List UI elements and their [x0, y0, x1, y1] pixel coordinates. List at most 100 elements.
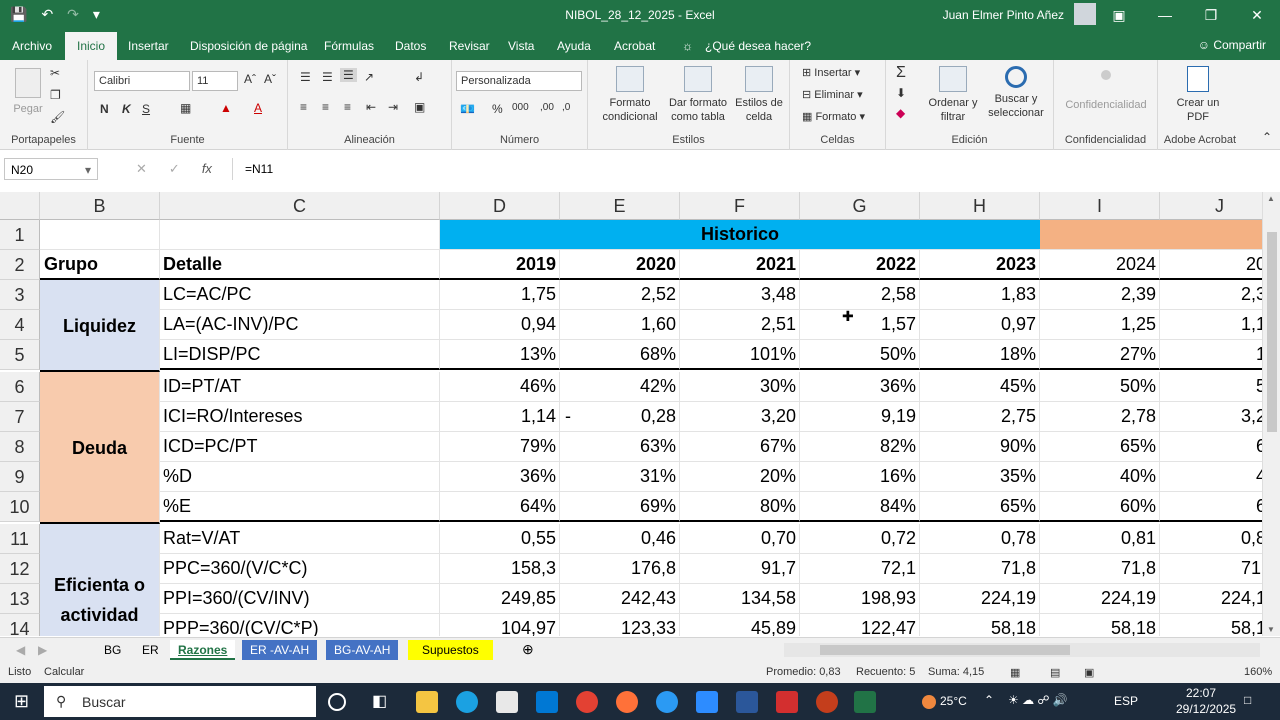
comma-style-icon[interactable]: 000: [512, 102, 529, 113]
align-left-icon[interactable]: ≡: [300, 100, 307, 114]
tray-icons[interactable]: ☀ ☁ ☍ 🔊: [1008, 693, 1068, 707]
value-cell[interactable]: 27%: [1040, 340, 1160, 370]
value-cell[interactable]: 2,58: [800, 280, 920, 310]
historico-header[interactable]: Historico: [440, 220, 1040, 250]
value-cell[interactable]: 36%: [440, 462, 560, 492]
orientation-icon[interactable]: ↗: [364, 70, 374, 84]
decrease-indent-icon[interactable]: ⇤: [366, 100, 376, 114]
paste-button[interactable]: Pegar: [8, 68, 48, 116]
value-cell[interactable]: 63%: [560, 432, 680, 462]
find-select-button[interactable]: Buscar y seleccionar: [982, 66, 1050, 120]
value-cell[interactable]: 71,8: [1160, 554, 1262, 584]
create-pdf-button[interactable]: Crear un PDF: [1166, 66, 1230, 124]
weather-icon[interactable]: [922, 695, 936, 709]
add-sheet-icon[interactable]: ⊕: [514, 638, 542, 658]
align-top-icon[interactable]: ☰: [300, 70, 311, 84]
value-cell[interactable]: 40: [1160, 462, 1262, 492]
value-cell[interactable]: 0,97: [920, 310, 1040, 340]
page-layout-icon[interactable]: ▤: [1050, 666, 1060, 679]
detalle-cell[interactable]: %D: [160, 462, 440, 492]
tell-me-box[interactable]: ¿Qué desea hacer?: [705, 39, 811, 53]
language-indicator[interactable]: ESP: [1114, 694, 1138, 708]
italic-button[interactable]: K: [122, 102, 131, 116]
formula-input[interactable]: =N11: [232, 158, 1276, 180]
row-header[interactable]: 6: [0, 372, 40, 402]
align-center-icon[interactable]: ≡: [322, 100, 329, 114]
task-view-icon[interactable]: ◧: [372, 691, 394, 713]
value-cell[interactable]: 2,78: [1040, 402, 1160, 432]
select-all-corner[interactable]: [0, 192, 40, 220]
value-cell[interactable]: 64%: [440, 492, 560, 522]
sheet-tab-bg[interactable]: BG: [96, 640, 129, 660]
value-cell[interactable]: 72,1: [800, 554, 920, 584]
value-cell[interactable]: 45%: [920, 372, 1040, 402]
cell[interactable]: [40, 220, 160, 250]
value-cell[interactable]: 90%: [920, 432, 1040, 462]
grow-font-icon[interactable]: Aˆ: [244, 72, 256, 86]
shrink-font-icon[interactable]: Aˇ: [264, 72, 276, 86]
excel-icon[interactable]: [854, 691, 876, 713]
percent-icon[interactable]: %: [492, 102, 503, 116]
conditional-format-button[interactable]: Formato condicional: [594, 66, 666, 124]
chrome-icon[interactable]: [576, 691, 598, 713]
tab-vista[interactable]: Vista: [508, 39, 534, 53]
column-header[interactable]: H: [920, 192, 1040, 220]
format-as-table-button[interactable]: Dar formato como tabla: [666, 66, 730, 124]
tab-datos[interactable]: Datos: [395, 39, 426, 53]
font-size-select[interactable]: 11: [192, 71, 238, 91]
column-header[interactable]: C: [160, 192, 440, 220]
scroll-down-icon[interactable]: ▼: [1267, 625, 1275, 634]
value-cell[interactable]: 45,89: [680, 614, 800, 636]
value-cell[interactable]: 0,55: [440, 524, 560, 554]
sheet-tab-razones[interactable]: Razones: [170, 640, 236, 660]
detalle-cell[interactable]: PPI=360/(CV/INV): [160, 584, 440, 614]
value-cell[interactable]: 84%: [800, 492, 920, 522]
value-cell[interactable]: 50%: [800, 340, 920, 370]
value-cell[interactable]: 13%: [440, 340, 560, 370]
value-cell[interactable]: 123,33: [560, 614, 680, 636]
maximize-icon[interactable]: ❐: [1188, 0, 1234, 30]
value-cell[interactable]: 158,3: [440, 554, 560, 584]
increase-indent-icon[interactable]: ⇥: [388, 100, 398, 114]
value-cell[interactable]: 20%: [680, 462, 800, 492]
detalle-cell[interactable]: ICI=RO/Intereses: [160, 402, 440, 432]
row-header[interactable]: 9: [0, 462, 40, 492]
share-button[interactable]: ☺ Compartir: [1198, 38, 1266, 52]
align-bottom-icon[interactable]: ☰: [340, 68, 357, 82]
value-cell[interactable]: 68%: [560, 340, 680, 370]
value-cell[interactable]: 2,51: [680, 310, 800, 340]
cell-styles-button[interactable]: Estilos de celda: [730, 66, 788, 124]
value-cell[interactable]: 9,19: [800, 402, 920, 432]
ribbon-display-icon[interactable]: ▣: [1096, 0, 1142, 30]
value-cell[interactable]: 17: [1160, 340, 1262, 370]
notification-icon[interactable]: □: [1244, 693, 1251, 707]
app-icon[interactable]: [656, 691, 678, 713]
delete-cells-button[interactable]: ⊟ Eliminar ▾: [802, 88, 863, 101]
tray-chevron-icon[interactable]: ⌃: [984, 693, 994, 707]
value-cell[interactable]: 82%: [800, 432, 920, 462]
value-cell[interactable]: 2,75: [920, 402, 1040, 432]
value-cell[interactable]: 50%: [1040, 372, 1160, 402]
increase-decimal-icon[interactable]: ,00: [540, 102, 554, 113]
row-header[interactable]: 5: [0, 340, 40, 370]
fill-color-icon[interactable]: ▲: [220, 101, 232, 115]
sheet-tab-supuestos[interactable]: Supuestos: [408, 640, 493, 660]
scroll-thumb[interactable]: [820, 645, 1070, 655]
detalle-cell[interactable]: ICD=PC/PT: [160, 432, 440, 462]
tab-disposicion[interactable]: Disposición de página: [190, 39, 307, 53]
year-header[interactable]: 2021: [680, 250, 800, 280]
row-header[interactable]: 12: [0, 554, 40, 584]
taskbar-search[interactable]: ⚲ Buscar: [44, 686, 316, 717]
user-name[interactable]: Juan Elmer Pinto Añez: [943, 8, 1064, 22]
value-cell[interactable]: 2,52: [560, 280, 680, 310]
windows-start-icon[interactable]: ⊞: [14, 691, 29, 712]
value-cell[interactable]: 71,8: [920, 554, 1040, 584]
clock-time[interactable]: 22:07: [1186, 686, 1216, 700]
detalle-cell[interactable]: Rat=V/AT: [160, 524, 440, 554]
value-cell[interactable]: 224,19: [1040, 584, 1160, 614]
year-header[interactable]: 2023: [920, 250, 1040, 280]
value-cell[interactable]: 58,18: [920, 614, 1040, 636]
tab-revisar[interactable]: Revisar: [449, 39, 490, 53]
vertical-scrollbar[interactable]: ▲ ▼: [1262, 192, 1280, 636]
row-header[interactable]: 13: [0, 584, 40, 614]
